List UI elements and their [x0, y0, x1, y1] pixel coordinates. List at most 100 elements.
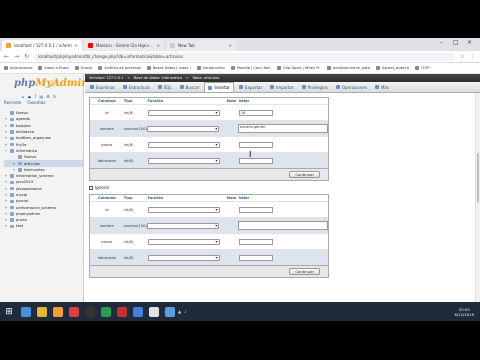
- function-select[interactable]: [147, 109, 220, 116]
- value-input[interactable]: escaño gamer: [238, 124, 329, 133]
- expand-icon[interactable]: +: [12, 162, 16, 166]
- expand-icon[interactable]: +: [4, 180, 8, 184]
- expand-icon[interactable]: +: [4, 124, 8, 128]
- bookmark-item[interactable]: Aspect_ouser'e: [376, 66, 409, 70]
- value-input[interactable]: [238, 206, 273, 213]
- expand-icon[interactable]: −: [4, 149, 8, 153]
- function-select[interactable]: [147, 206, 220, 213]
- minimize-icon[interactable]: –: [440, 39, 443, 46]
- taskbar-app-icon[interactable]: [117, 306, 127, 317]
- reload-icon[interactable]: ↻: [53, 94, 56, 100]
- taskbar-app-icon[interactable]: [85, 306, 95, 317]
- close-icon[interactable]: ×: [229, 43, 232, 48]
- bookmark-item[interactable]: Index a Evale: [38, 66, 69, 70]
- breadcrumb-server[interactable]: Servidor: 127.0.0.1: [89, 76, 124, 80]
- taskbar-app-icon[interactable]: [149, 306, 159, 317]
- menu-icon[interactable]: ⋮: [470, 53, 476, 60]
- tree-database-item[interactable]: + test: [4, 223, 83, 229]
- tab-buscar[interactable]: Buscar: [177, 83, 203, 92]
- bookmark-item[interactable]: Bases Datos | Index i: [146, 66, 191, 70]
- continue-button[interactable]: Continuar: [289, 268, 320, 275]
- tab-recent[interactable]: Reciente: [4, 100, 21, 107]
- function-select[interactable]: [147, 254, 220, 261]
- tree-item-label: java2019: [16, 180, 34, 185]
- taskbar-app-icon[interactable]: [37, 306, 47, 317]
- value-input[interactable]: [238, 141, 273, 148]
- tab-estructura[interactable]: Estructura: [120, 83, 153, 92]
- phpmyadmin-logo[interactable]: phpMyAdmin: [0, 74, 89, 94]
- expand-icon[interactable]: +: [4, 117, 8, 121]
- browser-tab-phpmyadmin[interactable]: localhost / 127.0.0.1 / informaci ×: [2, 40, 82, 51]
- function-select[interactable]: [147, 157, 220, 164]
- close-window-icon[interactable]: ×: [467, 39, 472, 46]
- taskbar-app-icon[interactable]: [101, 306, 111, 317]
- expand-icon[interactable]: +: [4, 130, 8, 134]
- expand-icon[interactable]: +: [4, 224, 8, 228]
- bookmark-item[interactable]: Introducción: [196, 66, 225, 70]
- column-name: nombre: [99, 126, 114, 131]
- network-icon[interactable]: ▲: [178, 309, 181, 314]
- function-select[interactable]: [147, 238, 220, 245]
- tab-ms[interactable]: Más: [372, 83, 392, 92]
- taskbar-app-icon[interactable]: [69, 306, 79, 317]
- expand-icon[interactable]: +: [4, 199, 8, 203]
- function-select[interactable]: [147, 222, 220, 229]
- expand-icon[interactable]: +: [4, 187, 8, 191]
- close-icon[interactable]: ×: [157, 43, 160, 48]
- maximize-icon[interactable]: □: [453, 39, 459, 46]
- taskbar-app-icon[interactable]: [133, 306, 143, 317]
- expand-icon[interactable]: +: [4, 174, 8, 178]
- tab-examinar[interactable]: Examinar: [87, 83, 118, 92]
- value-input[interactable]: 16: [238, 109, 273, 116]
- scrollbar-thumb[interactable]: [477, 153, 479, 203]
- bookmark-item[interactable]: localhost:home_dato: [326, 66, 370, 70]
- home-icon[interactable]: ⌂: [22, 94, 25, 100]
- value-input[interactable]: [238, 221, 329, 230]
- tab-importar[interactable]: Importar: [267, 83, 296, 92]
- expand-icon[interactable]: +: [4, 136, 8, 140]
- tab-favorites[interactable]: Favoritas: [27, 100, 45, 107]
- bookmark-item[interactable]: ITOP: [415, 66, 430, 70]
- settings-icon[interactable]: ⚙: [46, 94, 50, 100]
- expand-icon[interactable]: +: [4, 218, 8, 222]
- back-icon[interactable]: ←: [4, 53, 9, 60]
- continue-button[interactable]: Continuar: [289, 171, 320, 178]
- bookmark-item[interactable]: Cow Sport | Whey Pr.: [276, 66, 321, 70]
- bookmark-item[interactable]: Moodle | Conc Net.: [230, 66, 271, 70]
- tab-insertar[interactable]: Insertar: [204, 82, 234, 92]
- star-icon[interactable]: ☆: [460, 53, 465, 60]
- taskbar-app-icon[interactable]: [165, 306, 175, 317]
- expand-icon[interactable]: +: [12, 168, 16, 172]
- bookmark-item[interactable]: Aplicaciones: [4, 66, 32, 70]
- tab-operaciones[interactable]: Operaciones: [333, 83, 370, 92]
- breadcrumb-table[interactable]: Tabla: articulos: [192, 76, 219, 80]
- function-select[interactable]: [147, 125, 220, 132]
- expand-icon[interactable]: +: [4, 143, 8, 147]
- windows-start-icon[interactable]: ⊞: [0, 302, 18, 321]
- volume-icon[interactable]: ♪: [184, 309, 187, 314]
- value-input[interactable]: [238, 238, 273, 245]
- value-input[interactable]: [238, 254, 273, 261]
- reload-icon[interactable]: ↻: [24, 53, 29, 60]
- value-input[interactable]: [238, 157, 273, 164]
- breadcrumb-database[interactable]: Base de datos: informatica: [134, 76, 182, 80]
- tab-sql[interactable]: SQL: [155, 83, 175, 92]
- tab-privilegios[interactable]: Privilegios: [299, 83, 331, 92]
- bookmark-item[interactable]: Oracle: [74, 66, 92, 70]
- taskbar-app-icon[interactable]: [53, 306, 63, 317]
- system-clock[interactable]: 20:53 6/12/2019: [455, 307, 474, 317]
- tab-exportar[interactable]: Exportar: [236, 83, 265, 92]
- bookmark-item[interactable]: Análisis de procesos: [98, 66, 141, 70]
- taskbar-app-icon[interactable]: [21, 306, 31, 317]
- forward-icon[interactable]: →: [14, 53, 19, 60]
- browser-tab-youtube[interactable]: Masiaru - Gremo Cla Hqe>... ×: [84, 40, 164, 51]
- expand-icon[interactable]: +: [4, 206, 8, 210]
- expand-icon[interactable]: +: [4, 193, 8, 197]
- browser-tab-new[interactable]: New Tab ×: [166, 40, 236, 51]
- function-select[interactable]: [147, 141, 220, 148]
- url-field[interactable]: localhost/phpmyadmin/tbl_change.php?db=i…: [34, 52, 455, 61]
- expand-icon[interactable]: +: [4, 212, 8, 216]
- scrollbar[interactable]: [475, 93, 480, 314]
- ignore-checkbox[interactable]: [89, 185, 93, 190]
- close-icon[interactable]: ×: [75, 43, 78, 48]
